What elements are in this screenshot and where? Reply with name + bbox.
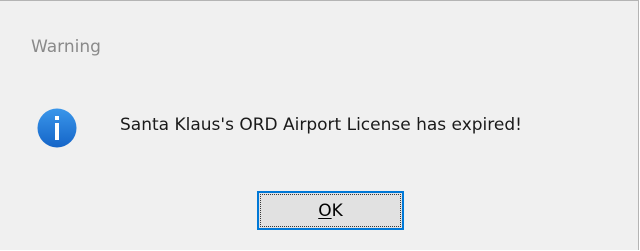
dialog-message: Santa Klaus's ORD Airport License has ex… [120,115,522,135]
ok-button-label: OK [318,201,343,221]
ok-button[interactable]: OK [257,191,404,230]
ok-button-focus-rect: OK [260,194,401,227]
ok-button-mnemonic: O [318,200,332,221]
warning-dialog: Warning Santa Klaus's ORD Airport Licens… [0,0,639,250]
ok-button-label-rest: K [331,200,343,221]
info-icon [37,108,77,148]
dialog-title: Warning [31,37,101,57]
